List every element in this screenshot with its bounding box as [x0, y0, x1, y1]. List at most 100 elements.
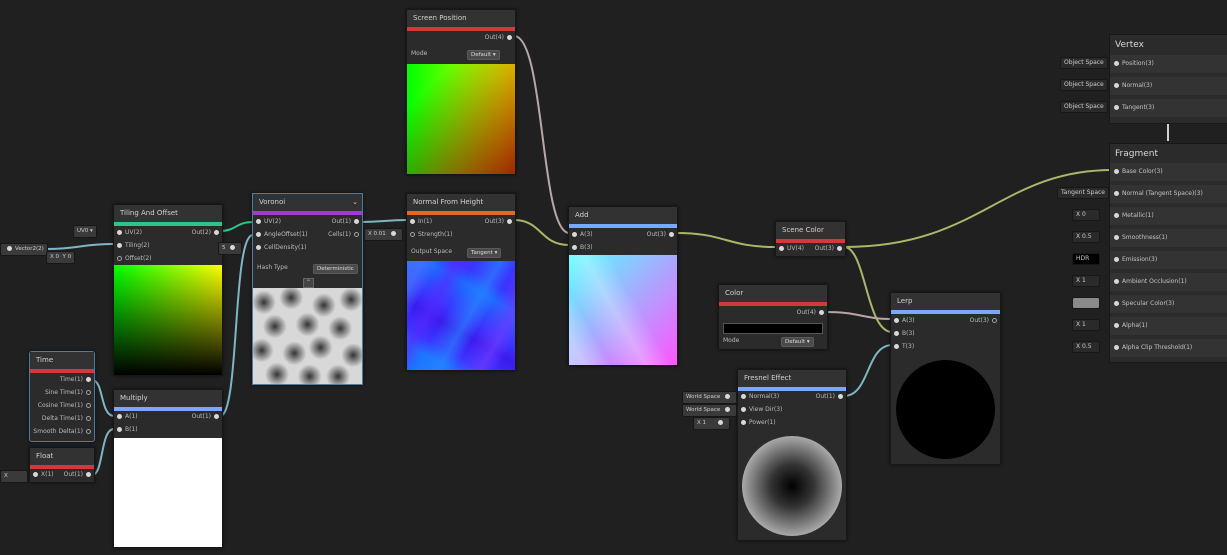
time-port-smooth[interactable]: Smooth Delta(1) [33, 426, 94, 438]
fragment-block-specular[interactable]: Specular Color(3) [1110, 295, 1227, 313]
float-x-field[interactable]: X [0, 470, 28, 483]
add-port-b[interactable]: B(3) [569, 242, 593, 254]
time-title[interactable]: Time [30, 352, 94, 373]
multiply-port-a[interactable]: A(1) [114, 411, 138, 423]
vector2-y-value[interactable]: 0 [68, 254, 72, 260]
color-swatch[interactable] [723, 323, 823, 334]
fragment-block-emission[interactable]: Emission(3) [1110, 251, 1227, 269]
fresnel-power-field[interactable]: X 1 [693, 417, 730, 430]
fragment-metallic-field[interactable]: X 0 [1072, 209, 1100, 221]
chevron-down-icon[interactable]: ⌄ [352, 194, 358, 211]
lerp-port-t[interactable]: T(3) [891, 341, 914, 353]
color-title[interactable]: Color [719, 285, 827, 306]
normal-port-strength[interactable]: Strength(1) [407, 229, 452, 241]
fragment-alpha-field[interactable]: X 1 [1072, 319, 1100, 331]
fragment-emission-hdr[interactable]: HDR [1072, 253, 1100, 265]
screen-position-node[interactable]: Screen Position Out(4) Mode Default ▾ [406, 9, 516, 175]
multiply-node[interactable]: Multiply A(1) B(1) Out(1) [113, 389, 223, 548]
fresnel-port-normal[interactable]: Normal(3) [738, 391, 779, 403]
tiling-port-out[interactable]: Out(2) [192, 227, 222, 239]
tiling-uv-dropdown[interactable]: UV0 ▾ [73, 225, 97, 238]
voronoi-port-celldensity[interactable]: CellDensity(1) [253, 242, 307, 254]
time-port-cosine[interactable]: Cosine Time(1) [38, 400, 94, 412]
voronoi-port-out[interactable]: Out(1) [332, 216, 362, 228]
fresnel-normal-space-field[interactable]: World Space [682, 391, 738, 404]
fresnel-port-viewdir[interactable]: View Dir(3) [738, 404, 782, 416]
vector2-pin[interactable] [7, 246, 12, 251]
vertex-tangent-space[interactable]: Object Space [1060, 101, 1108, 113]
fresnel-port-power[interactable]: Power(1) [738, 417, 776, 429]
tiling-node-title[interactable]: Tiling And Offset [114, 205, 222, 226]
screenpos-port-out[interactable]: Out(4) [485, 32, 515, 44]
vector2-x-value[interactable]: 0 [56, 254, 60, 260]
voronoi-port-angleoffset[interactable]: AngleOffset(1) [253, 229, 308, 241]
fragment-ao-field[interactable]: X 1 [1072, 275, 1100, 287]
lerp-port-b[interactable]: B(3) [891, 328, 915, 340]
time-node[interactable]: Time Time(1) Sine Time(1) Cosine Time(1)… [29, 351, 95, 442]
lerp-title[interactable]: Lerp [891, 293, 1000, 314]
fresnel-viewdir-space-field[interactable]: World Space [682, 404, 738, 417]
float-port-x[interactable]: X(1) [30, 469, 54, 481]
scene-color-node[interactable]: Scene Color UV(4) Out(3) [775, 221, 846, 257]
fragment-alphaclip-field[interactable]: X 0.5 [1072, 341, 1100, 353]
vertex-position-space[interactable]: Object Space [1060, 57, 1108, 69]
normal-strength-field[interactable]: X 0.01 [364, 228, 403, 241]
time-port-delta[interactable]: Delta Time(1) [42, 413, 94, 425]
vertex-block-normal[interactable]: Normal(3) [1110, 77, 1227, 95]
normal-port-in[interactable]: In(1) [407, 216, 432, 228]
fragment-block-metallic[interactable]: Metallic(1) [1110, 207, 1227, 225]
voronoi-celldensity-field[interactable]: 5 [218, 242, 243, 255]
add-node[interactable]: Add A(3) B(3) Out(3) [568, 206, 678, 366]
fragment-block-basecolor[interactable]: Base Color(3) [1110, 163, 1227, 181]
float-node[interactable]: Float X(1) Out(1) [29, 447, 95, 483]
fragment-specular-swatch[interactable] [1072, 297, 1100, 309]
fragment-context[interactable]: Fragment Base Color(3) Normal (Tangent S… [1109, 143, 1227, 363]
fragment-normal-space[interactable]: Tangent Space [1057, 187, 1109, 199]
fragment-block-ao[interactable]: Ambient Occlusion(1) [1110, 273, 1227, 291]
fresnel-port-out[interactable]: Out(1) [816, 391, 846, 403]
vertex-context[interactable]: Vertex Position(3) Normal(3) Tangent(3) [1109, 34, 1227, 124]
screenpos-mode-dropdown[interactable]: Default ▾ [467, 50, 500, 60]
multiply-port-b[interactable]: B(1) [114, 424, 138, 436]
vector2-input[interactable]: Vector2(2) [0, 243, 48, 256]
scenecolor-port-out[interactable]: Out(3) [815, 243, 845, 255]
multiply-port-out[interactable]: Out(1) [192, 411, 222, 423]
screenpos-title[interactable]: Screen Position [407, 10, 515, 31]
add-port-out[interactable]: Out(3) [647, 229, 677, 241]
normal-outputspace-dropdown[interactable]: Tangent ▾ [467, 248, 502, 258]
multiply-title[interactable]: Multiply [114, 390, 222, 411]
fragment-block-normal[interactable]: Normal (Tangent Space)(3) [1110, 185, 1227, 203]
time-port-sine[interactable]: Sine Time(1) [45, 387, 94, 399]
voronoi-node-title[interactable]: Voronoi ⌄ [253, 194, 362, 215]
fragment-block-alpha[interactable]: Alpha(1) [1110, 317, 1227, 335]
normal-port-out[interactable]: Out(3) [485, 216, 515, 228]
vertex-normal-space[interactable]: Object Space [1060, 79, 1108, 91]
fresnel-node[interactable]: Fresnel Effect Normal(3) View Dir(3) Pow… [737, 369, 847, 541]
normal-title[interactable]: Normal From Height [407, 194, 515, 215]
voronoi-port-uv[interactable]: UV(2) [253, 216, 281, 228]
color-port-out[interactable]: Out(4) [797, 307, 827, 319]
vertex-block-tangent[interactable]: Tangent(3) [1110, 99, 1227, 117]
lerp-port-out[interactable]: Out(3) [970, 315, 1000, 327]
voronoi-node[interactable]: Voronoi ⌄ UV(2) AngleOffset(1) CellDensit… [252, 193, 363, 385]
tiling-port-tiling[interactable]: Tiling(2) [114, 240, 150, 252]
normal-from-height-node[interactable]: Normal From Height In(1) Strength(1) Out… [406, 193, 516, 371]
time-port-time[interactable]: Time(1) [60, 374, 94, 386]
lerp-port-a[interactable]: A(3) [891, 315, 915, 327]
scenecolor-port-uv[interactable]: UV(4) [776, 243, 804, 255]
collapse-preview-icon[interactable]: ⌃ [303, 278, 314, 288]
color-mode-dropdown[interactable]: Default ▾ [781, 337, 814, 347]
voronoi-port-cells[interactable]: Cells(1) [328, 229, 362, 241]
vector2-xy-fields[interactable]: X 0 Y 0 [46, 251, 76, 264]
vertex-block-position[interactable]: Position(3) [1110, 55, 1227, 73]
tiling-port-uv[interactable]: UV(2) [114, 227, 142, 239]
fragment-smoothness-field[interactable]: X 0.5 [1072, 231, 1100, 243]
tiling-port-offset[interactable]: Offset(2) [114, 253, 152, 265]
fresnel-title[interactable]: Fresnel Effect [738, 370, 846, 391]
fragment-block-alphaclip[interactable]: Alpha Clip Threshold(1) [1110, 339, 1227, 357]
tiling-and-offset-node[interactable]: Tiling And Offset UV(2) Tiling(2) Offset… [113, 204, 223, 376]
float-port-out[interactable]: Out(1) [64, 469, 94, 481]
add-title[interactable]: Add [569, 207, 677, 228]
float-title[interactable]: Float [30, 448, 94, 469]
lerp-node[interactable]: Lerp A(3) B(3) T(3) Out(3) [890, 292, 1001, 465]
